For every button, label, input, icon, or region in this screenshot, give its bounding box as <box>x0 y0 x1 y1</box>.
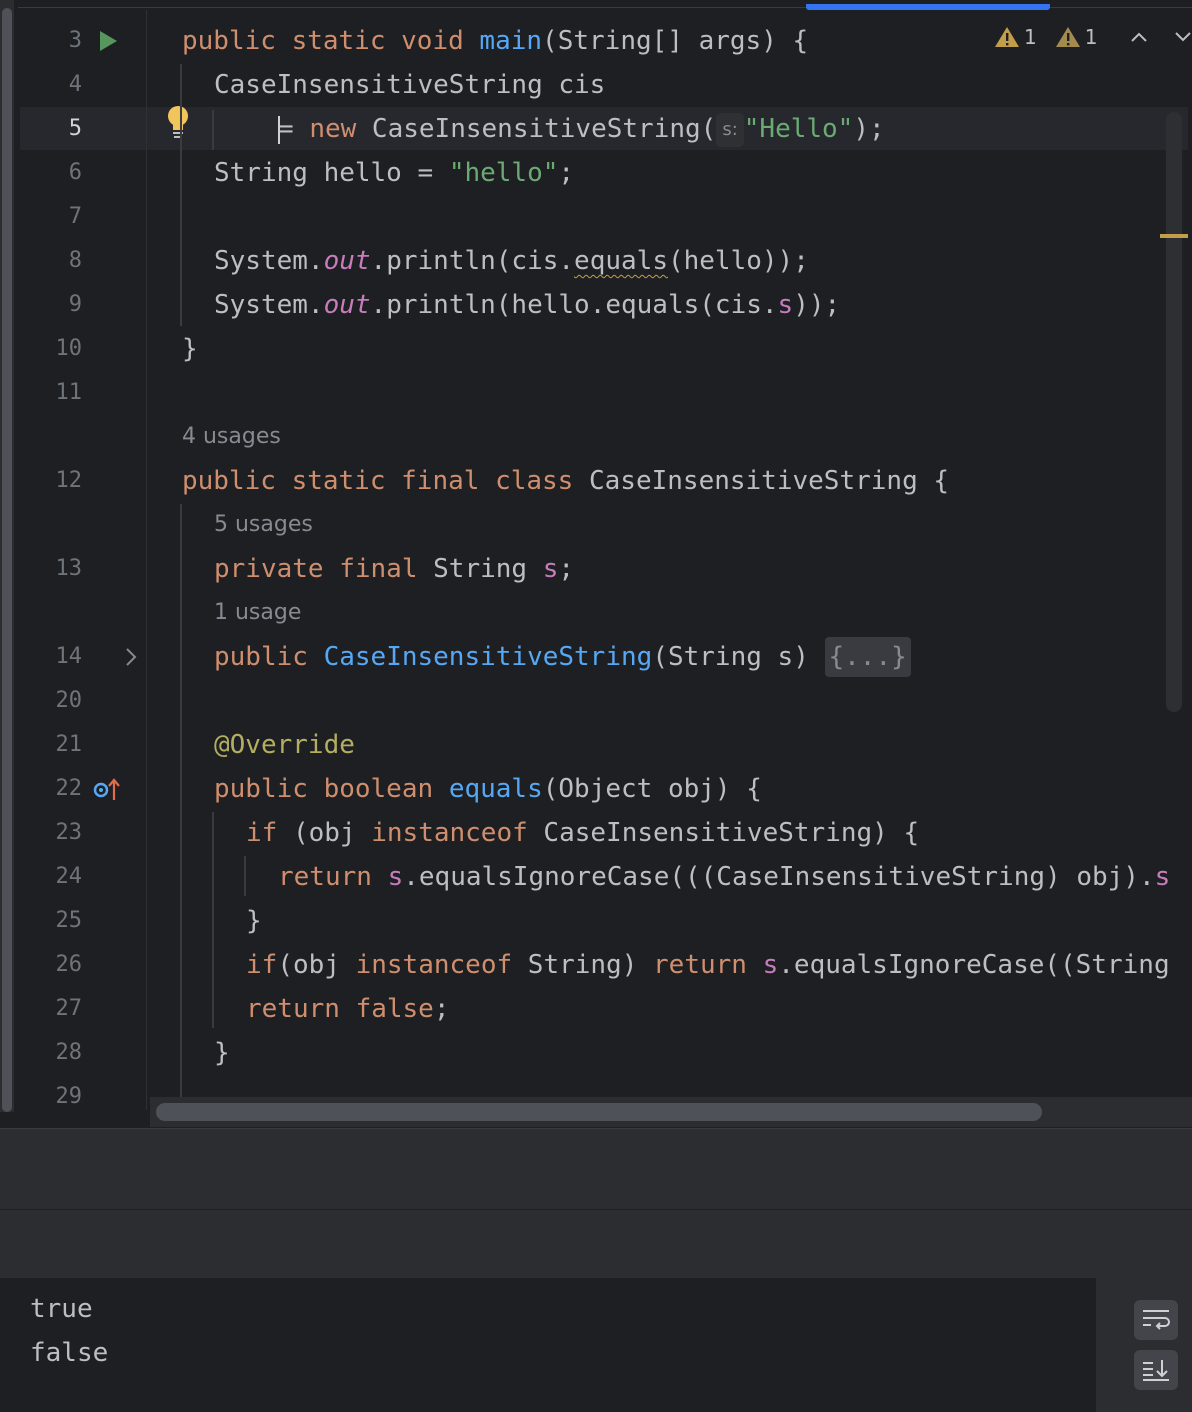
code-line-21: @Override <box>214 730 355 760</box>
line-number: 21 <box>55 732 83 757</box>
line-number: 22 <box>55 776 83 801</box>
chevron-right-icon[interactable] <box>120 645 142 669</box>
chevron-up-icon <box>1131 32 1148 42</box>
code-line-14: public CaseInsensitiveString(String s) {… <box>214 635 911 679</box>
text-caret <box>278 116 280 144</box>
line-number: 8 <box>68 248 82 273</box>
warning-highlight[interactable]: equals <box>574 246 668 276</box>
code-line-26: if(obj instanceof String) return s.equal… <box>246 950 1170 980</box>
code-line-12: public static final class CaseInsensitiv… <box>182 466 950 496</box>
weak-warning-counter[interactable]: 1 <box>1055 25 1097 49</box>
console-output[interactable]: true false <box>0 1278 1096 1412</box>
run-icon[interactable] <box>96 28 120 54</box>
soft-wrap-icon <box>1143 1310 1170 1330</box>
code-line-4: CaseInsensitiveString cis <box>214 70 606 100</box>
active-tab-indicator <box>806 4 1050 10</box>
line-number: 4 <box>68 72 82 97</box>
console-line: true <box>30 1294 93 1324</box>
lightbulb-icon[interactable] <box>164 104 192 140</box>
scroll-to-end-icon <box>1143 1360 1169 1381</box>
folded-code-block[interactable]: {...} <box>824 637 911 677</box>
line-number: 9 <box>68 292 82 317</box>
code-line-8: System.out.println(cis.equals(hello)); <box>214 246 809 276</box>
override-icon[interactable] <box>92 776 122 804</box>
line-number: 26 <box>55 952 83 977</box>
next-highlight-button[interactable] <box>1169 23 1192 51</box>
indent-guide <box>212 812 214 1028</box>
line-number-current: 5 <box>68 116 82 141</box>
weak-warning-icon <box>1055 27 1080 47</box>
horizontal-scrollbar[interactable] <box>150 1097 1192 1127</box>
line-number: 10 <box>55 336 83 361</box>
indent-guide <box>212 110 214 150</box>
line-number: 14 <box>55 644 83 669</box>
code-line-23: if (obj instanceof CaseInsensitiveString… <box>246 818 920 848</box>
line-number: 20 <box>55 688 83 713</box>
indent-guide <box>244 856 246 896</box>
line-number: 12 <box>55 468 83 493</box>
code-line-24: return s.equalsIgnoreCase(((CaseInsensit… <box>278 862 1171 892</box>
line-number: 13 <box>55 556 83 581</box>
code-line-10: } <box>182 334 198 364</box>
indent-guide <box>180 64 182 326</box>
left-scrollbar[interactable] <box>0 0 14 1112</box>
usages-hint[interactable]: 4 usages <box>182 415 281 459</box>
code-line-25: } <box>246 906 262 936</box>
usages-hint[interactable]: 1 usage <box>214 591 301 635</box>
line-number: 28 <box>55 1040 83 1065</box>
line-number: 3 <box>68 28 82 53</box>
code-line-5: = new CaseInsensitiveString(s: "Hello"); <box>278 107 885 151</box>
line-number: 7 <box>68 204 82 229</box>
indent-guide <box>180 504 182 1104</box>
code-line-3: public static void main(String[] args) { <box>182 26 809 56</box>
panel-toolbar <box>0 1209 1192 1278</box>
scroll-to-end-button[interactable] <box>1134 1350 1178 1390</box>
warning-icon <box>995 27 1019 47</box>
warning-stripe-marker[interactable] <box>1160 234 1188 238</box>
previous-highlight-button[interactable] <box>1125 23 1153 51</box>
code-line-6: String hello = "hello"; <box>214 158 575 188</box>
chevron-down-icon <box>1175 32 1192 42</box>
parameter-hint: s: <box>716 113 744 147</box>
code-editor[interactable]: 3 4 5 6 7 8 9 10 11 12 13 14 20 21 22 23… <box>0 0 1192 1128</box>
code-line-13: private final String s; <box>214 554 575 584</box>
line-number: 29 <box>55 1084 83 1109</box>
console-line: false <box>30 1338 109 1368</box>
horizontal-scrollbar-thumb[interactable] <box>156 1103 1042 1121</box>
panel-header <box>0 1128 1192 1209</box>
line-number: 6 <box>68 160 82 185</box>
line-number: 24 <box>55 864 83 889</box>
inspections-widget[interactable]: 1 1 <box>994 20 1192 54</box>
line-number: 25 <box>55 908 83 933</box>
warning-counter[interactable]: 1 <box>994 25 1037 49</box>
usages-hint[interactable]: 5 usages <box>214 503 313 547</box>
line-number: 27 <box>55 996 83 1021</box>
code-line-28: } <box>214 1038 230 1068</box>
left-scrollbar-thumb[interactable] <box>2 8 12 1112</box>
vertical-scrollbar-thumb[interactable] <box>1166 112 1182 712</box>
soft-wrap-button[interactable] <box>1134 1300 1178 1340</box>
code-line-9: System.out.println(hello.equals(cis.s)); <box>214 290 841 320</box>
gutter-divider <box>146 10 147 1110</box>
console-toolbar <box>1096 1278 1192 1412</box>
line-number: 11 <box>55 380 83 405</box>
code-line-22: public boolean equals(Object obj) { <box>214 774 762 804</box>
line-number: 23 <box>55 820 83 845</box>
code-line-27: return false; <box>246 994 450 1024</box>
